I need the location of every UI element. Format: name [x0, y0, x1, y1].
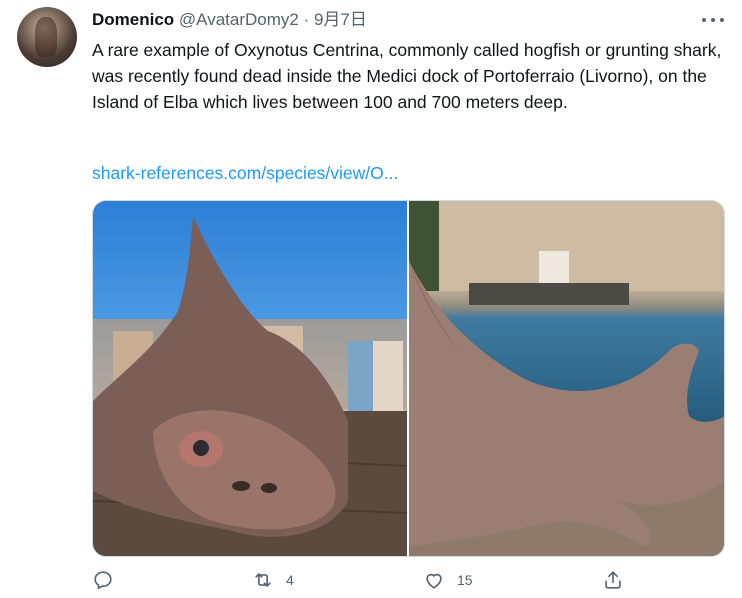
- heart-icon: [426, 573, 442, 589]
- like-count: 15: [457, 572, 473, 588]
- retweet-count: 4: [286, 572, 294, 588]
- reply-icon: [94, 571, 112, 590]
- tweet-header: Domenico @AvatarDomy2 · 9月7日: [92, 10, 367, 30]
- media-grid: [92, 200, 725, 557]
- shark-body-photo[interactable]: [409, 201, 724, 556]
- share-button[interactable]: [602, 568, 624, 592]
- like-button[interactable]: 15: [423, 568, 473, 592]
- tweet-actions: 4 15: [92, 568, 722, 592]
- user-handle[interactable]: @AvatarDomy2: [179, 10, 299, 29]
- header-separator: ·: [298, 10, 314, 29]
- more-options-icon[interactable]: [702, 10, 724, 30]
- avatar[interactable]: [17, 7, 77, 67]
- tweet-date[interactable]: 9月7日: [314, 10, 367, 29]
- display-name[interactable]: Domenico: [92, 10, 174, 29]
- share-icon: [605, 571, 621, 589]
- tweet-text: A rare example of Oxynotus Centrina, com…: [92, 40, 722, 112]
- reply-button[interactable]: [92, 568, 114, 592]
- shark-head-photo[interactable]: [93, 201, 407, 556]
- retweet-button[interactable]: 4: [252, 568, 294, 592]
- tweet-link[interactable]: shark-references.com/species/view/O...: [92, 160, 398, 186]
- retweet-icon: [255, 573, 271, 587]
